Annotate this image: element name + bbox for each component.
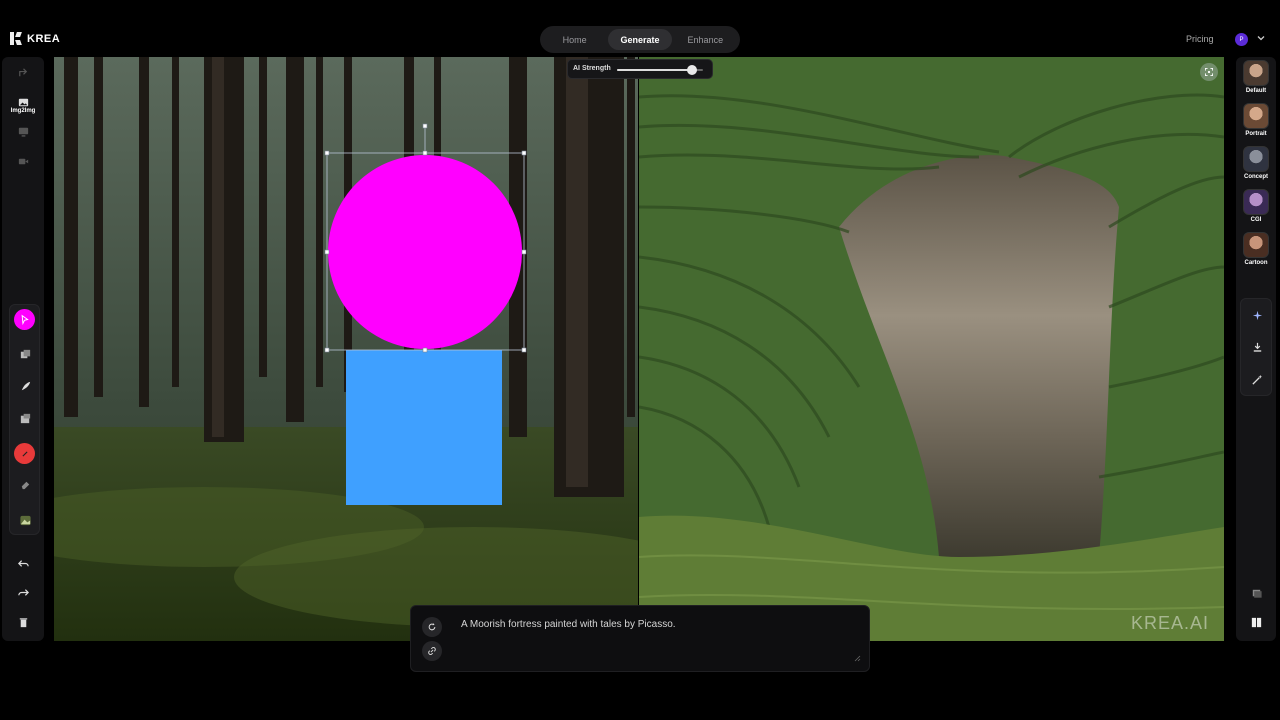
resize-handle[interactable] [422, 347, 428, 353]
output-image[interactable] [639, 57, 1224, 641]
layers-button[interactable] [1243, 582, 1269, 604]
main-nav: Home Generate Enhance [540, 26, 740, 53]
trash-icon [19, 617, 27, 627]
screen-button[interactable] [10, 120, 36, 142]
split-view-icon [1251, 617, 1261, 627]
undo-button[interactable] [10, 552, 36, 574]
download-button[interactable] [1244, 336, 1270, 358]
style-cartoon-thumbnail [1243, 232, 1269, 258]
ai-strength-fill [617, 69, 692, 71]
style-cartoon[interactable]: Cartoon [1239, 230, 1273, 270]
select-icon [21, 314, 29, 325]
undo-icon [17, 559, 29, 567]
style-label: Cartoon [1244, 260, 1268, 266]
tab-enhance[interactable]: Enhance [674, 29, 737, 50]
redo-icon [17, 588, 29, 596]
magenta-circle[interactable] [328, 155, 522, 349]
layers-icon [1252, 589, 1262, 598]
img2img-label: Img2Img [10, 108, 36, 114]
watermark: KREA.AI [1131, 613, 1210, 633]
landscape-icon [19, 515, 31, 525]
shape-layer[interactable] [54, 57, 638, 641]
style-default[interactable]: Default [1239, 58, 1273, 98]
video-icon [18, 158, 28, 164]
pricing-link[interactable]: Pricing [1186, 34, 1214, 44]
focus-icon [1205, 68, 1213, 76]
krea-logo-icon [10, 32, 22, 45]
rotate-handle[interactable] [422, 123, 428, 129]
style-portrait-thumbnail [1243, 103, 1269, 129]
redo-button[interactable] [10, 581, 36, 603]
split-view-button[interactable] [1243, 611, 1269, 633]
style-default-thumbnail [1243, 60, 1269, 86]
resize-handle[interactable] [324, 150, 330, 156]
tab-generate[interactable]: Generate [608, 29, 672, 50]
style-label: Default [1245, 88, 1267, 94]
images-tool[interactable] [12, 407, 38, 429]
brand-name: KREA [27, 32, 61, 45]
style-concept-thumbnail [1243, 146, 1269, 172]
action-group [1240, 298, 1272, 396]
tab-home[interactable]: Home [543, 29, 606, 50]
resize-handle[interactable] [521, 150, 527, 156]
resize-handle[interactable] [521, 347, 527, 353]
style-cgi-thumbnail [1243, 189, 1269, 215]
focus-button[interactable] [1200, 63, 1218, 81]
color-picker-icon [21, 450, 28, 457]
ai-strength-slider[interactable] [617, 65, 703, 75]
style-label: CGI [1250, 217, 1262, 223]
tool-group [9, 304, 40, 535]
delete-button[interactable] [10, 611, 36, 633]
download-icon [1253, 342, 1261, 352]
chevron-down-icon[interactable] [1256, 33, 1266, 43]
ai-strength-label: AI Strength [573, 65, 611, 72]
right-toolbar: Default Portrait Concept CGI Cartoon [1236, 57, 1276, 641]
ai-strength-control: AI Strength [567, 59, 713, 79]
left-toolbar: Img2Img [2, 57, 44, 641]
prompt-input[interactable]: A Moorish fortress painted with tales by… [461, 619, 676, 630]
terraced-landscape [639, 57, 1224, 641]
link-icon [428, 647, 436, 655]
eraser-tool[interactable] [12, 473, 38, 495]
video-button[interactable] [10, 150, 36, 172]
pen-icon [21, 381, 30, 390]
enhance-icon [1251, 374, 1262, 385]
share-icon [18, 67, 27, 76]
enhance-button[interactable] [1244, 368, 1270, 390]
resize-handle[interactable] [422, 150, 428, 156]
share-button[interactable] [10, 61, 36, 83]
sparkle-icon [1252, 310, 1262, 320]
eraser-icon [21, 481, 29, 489]
style-portrait[interactable]: Portrait [1239, 101, 1273, 141]
duplicate-tool[interactable] [12, 343, 38, 365]
landscape-tool[interactable] [12, 509, 38, 531]
krea-logo[interactable]: KREA [10, 32, 60, 45]
style-label: Concept [1244, 174, 1268, 180]
resize-handle[interactable] [324, 347, 330, 353]
input-canvas[interactable] [54, 57, 638, 641]
images-icon [20, 413, 30, 423]
link-button[interactable] [422, 641, 442, 661]
select-tool[interactable] [14, 309, 35, 330]
style-label: Portrait [1245, 131, 1267, 137]
resize-handle[interactable] [324, 249, 330, 255]
avatar[interactable]: P [1235, 33, 1248, 46]
duplicate-icon [20, 349, 30, 358]
color-picker-tool[interactable] [14, 443, 35, 464]
screen-icon [18, 127, 28, 137]
prompt-box: A Moorish fortress painted with tales by… [410, 605, 870, 672]
style-cgi[interactable]: CGI [1239, 187, 1273, 227]
pen-tool[interactable] [12, 375, 38, 397]
refresh-icon [428, 623, 436, 631]
refresh-button[interactable] [422, 617, 442, 637]
resize-handle[interactable] [521, 249, 527, 255]
sparkle-button[interactable] [1244, 304, 1270, 326]
resize-grip-icon[interactable] [854, 655, 861, 662]
image-icon [18, 98, 28, 106]
style-concept[interactable]: Concept [1239, 144, 1273, 184]
blue-square[interactable] [346, 350, 502, 505]
ai-strength-handle[interactable] [686, 65, 697, 75]
